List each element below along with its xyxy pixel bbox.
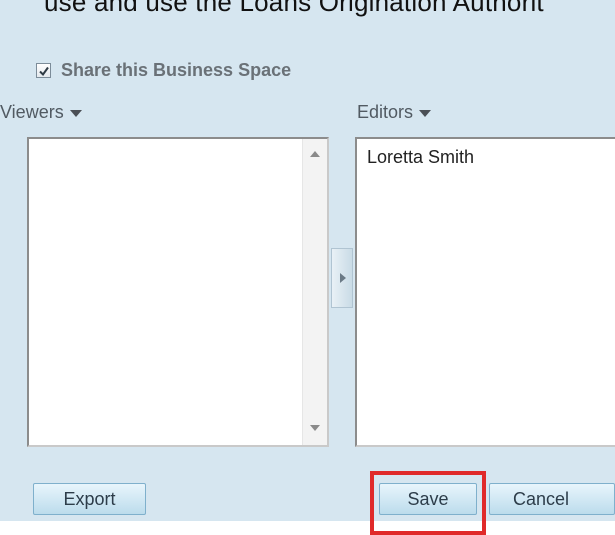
editors-header[interactable]: Editors: [357, 102, 432, 123]
editor-list-item[interactable]: Loretta Smith: [367, 147, 474, 168]
scroll-down-icon[interactable]: [310, 425, 320, 431]
caret-down-icon: [419, 110, 432, 117]
viewers-label: Viewers: [0, 102, 64, 122]
share-checkbox[interactable]: [36, 63, 51, 78]
checkmark-icon: [38, 66, 49, 76]
share-label: Share this Business Space: [61, 60, 292, 80]
caret-down-icon: [69, 110, 82, 117]
viewers-listbox[interactable]: [27, 137, 329, 447]
save-button[interactable]: Save: [379, 483, 477, 515]
export-button[interactable]: Export: [33, 483, 146, 515]
viewers-header[interactable]: Viewers: [0, 102, 82, 123]
viewers-scrollbar[interactable]: [302, 139, 327, 445]
instruction-text: use and use the Loans Origination Author…: [44, 0, 544, 17]
share-dialog-panel: use and use the Loans Origination Author…: [0, 0, 615, 521]
scroll-up-icon[interactable]: [310, 151, 320, 157]
arrow-right-icon: [340, 273, 346, 283]
cancel-button[interactable]: Cancel: [489, 483, 615, 515]
editors-listbox[interactable]: Loretta Smith: [355, 137, 615, 447]
editors-label: Editors: [357, 102, 414, 122]
move-right-button[interactable]: [331, 248, 353, 308]
share-row: Share this Business Space: [36, 60, 291, 81]
